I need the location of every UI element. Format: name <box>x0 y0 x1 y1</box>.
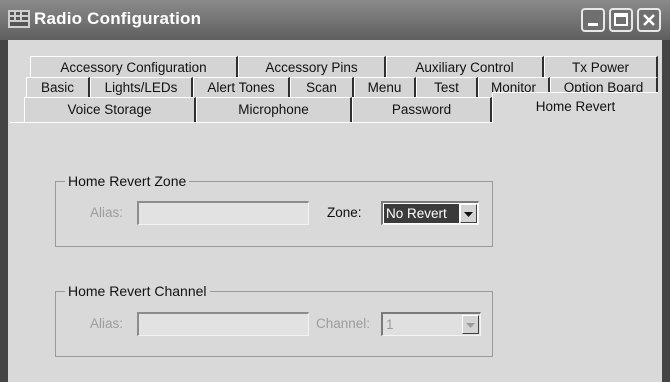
zone-alias-label: Alias: <box>90 205 124 220</box>
window-title: Radio Configuration <box>34 9 202 28</box>
title-bar[interactable]: Radio Configuration <box>0 0 670 40</box>
radio-configuration-window: Radio Configuration Accessory Configurat… <box>0 0 670 382</box>
window-border-right <box>662 40 670 382</box>
chevron-down-icon <box>466 323 475 328</box>
tab-tx-power[interactable]: Tx Power <box>544 56 658 78</box>
zone-dropdown-button[interactable] <box>460 204 477 223</box>
tab-basic[interactable]: Basic <box>26 77 90 98</box>
minimize-icon <box>588 23 598 26</box>
home-revert-zone-legend: Home Revert Zone <box>65 173 190 189</box>
maximize-icon <box>614 13 628 26</box>
zone-label: Zone: <box>327 205 362 220</box>
channel-selected-value: 1 <box>386 317 394 332</box>
home-revert-panel: Home Revert Zone Alias: Zone: No Revert … <box>10 122 658 382</box>
tab-scan[interactable]: Scan <box>290 77 354 98</box>
tab-voice-storage[interactable]: Voice Storage <box>24 97 196 122</box>
tab-password[interactable]: Password <box>352 97 492 122</box>
home-revert-channel-legend: Home Revert Channel <box>65 283 210 299</box>
tab-alert-tones[interactable]: Alert Tones <box>193 77 290 98</box>
minimize-button[interactable] <box>581 8 605 32</box>
channel-dropdown[interactable]: 1 <box>381 312 481 336</box>
zone-dropdown[interactable]: No Revert <box>381 201 479 225</box>
chevron-down-icon <box>464 212 473 217</box>
channel-label: Channel: <box>316 316 371 331</box>
close-icon <box>643 14 655 26</box>
tab-menu[interactable]: Menu <box>354 77 416 98</box>
zone-alias-field[interactable] <box>137 201 309 225</box>
tab-home-revert[interactable]: Home Revert <box>492 92 658 123</box>
tab-test[interactable]: Test <box>416 77 478 98</box>
tab-accessory-pins[interactable]: Accessory Pins <box>238 56 386 78</box>
app-grid-icon <box>8 10 30 28</box>
close-button[interactable] <box>637 8 661 32</box>
channel-alias-field[interactable] <box>137 312 309 336</box>
tab-microphone[interactable]: Microphone <box>196 97 352 122</box>
channel-alias-label: Alias: <box>90 316 124 331</box>
tab-auxiliary-control[interactable]: Auxiliary Control <box>386 56 544 78</box>
window-border-left <box>0 40 8 382</box>
tab-lights-leds[interactable]: Lights/LEDs <box>90 77 193 98</box>
tab-accessory-configuration[interactable]: Accessory Configuration <box>30 56 238 78</box>
zone-selected-value: No Revert <box>384 204 459 223</box>
channel-dropdown-button[interactable] <box>462 315 479 334</box>
maximize-button[interactable] <box>609 8 633 32</box>
